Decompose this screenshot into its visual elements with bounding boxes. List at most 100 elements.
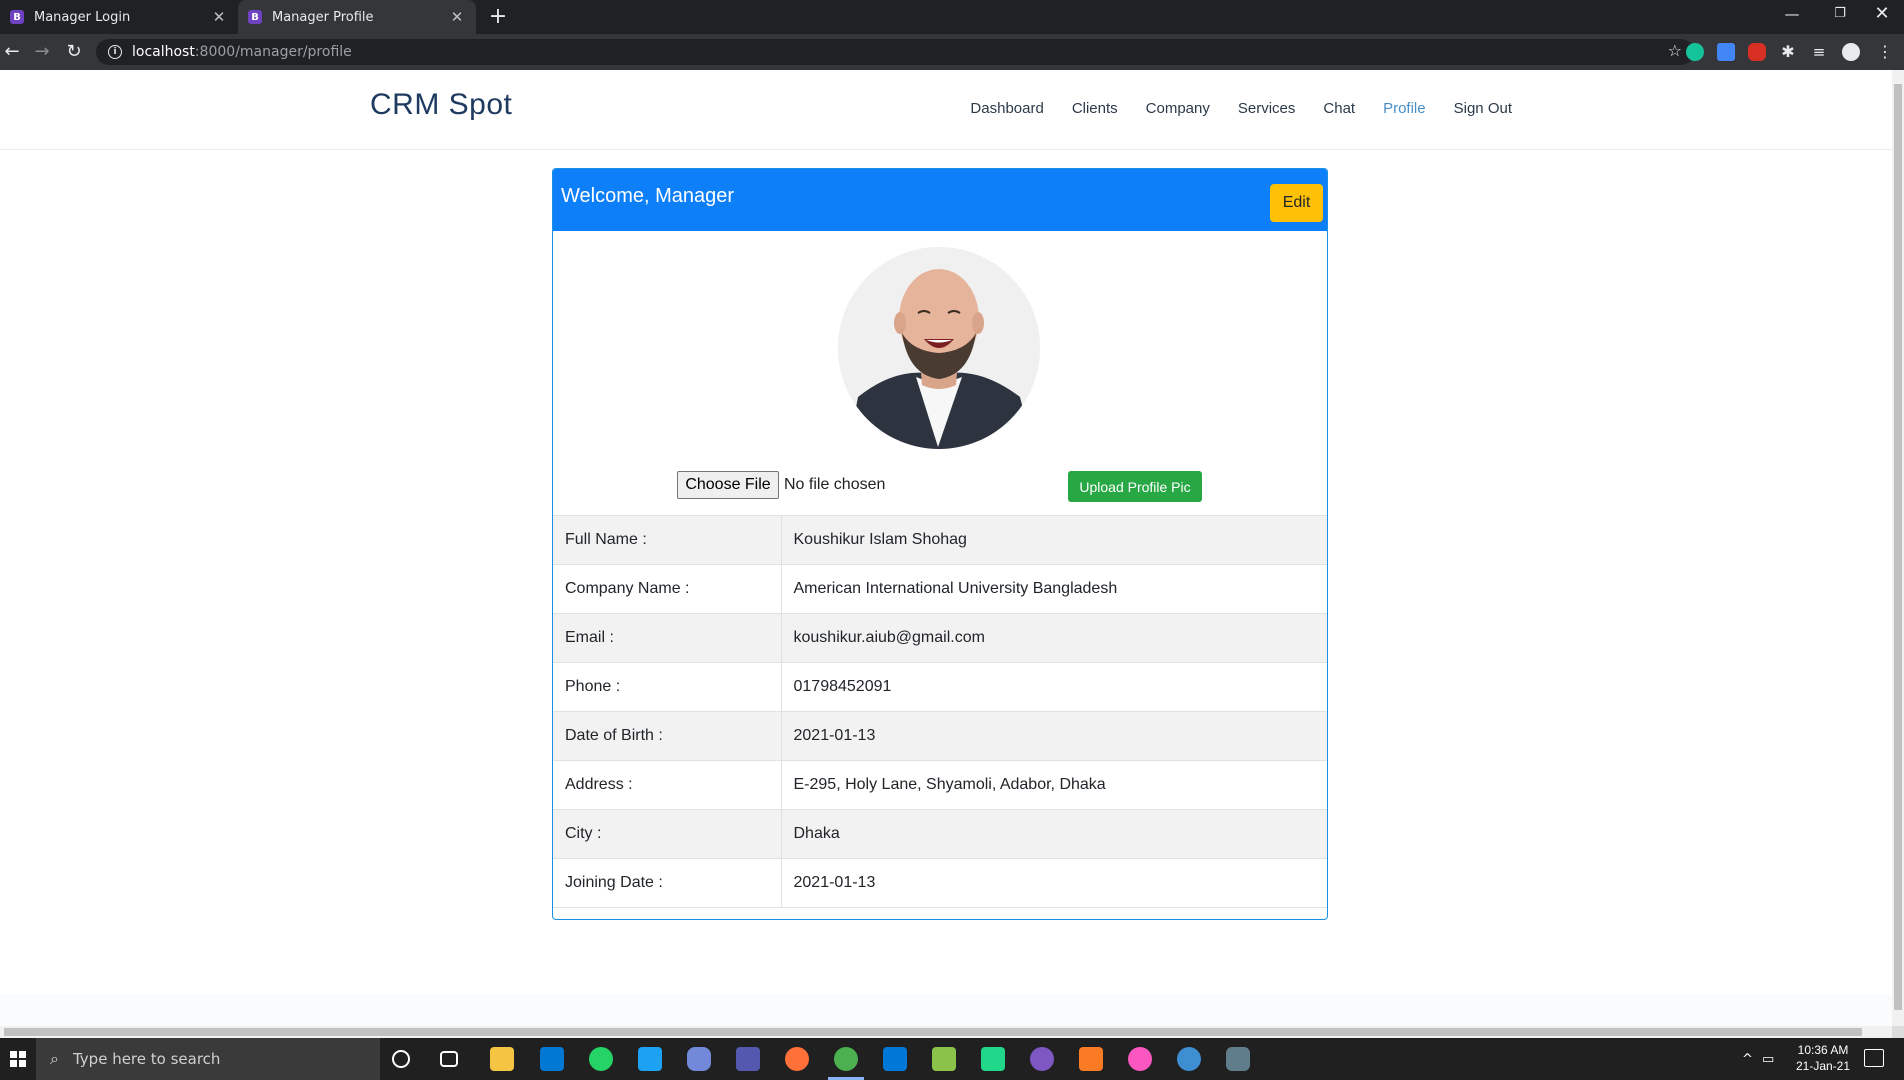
field-label: Address : [553,760,782,810]
teams-icon[interactable] [736,1047,760,1071]
nav-profile[interactable]: Profile [1383,100,1426,117]
nav-dashboard[interactable]: Dashboard [970,100,1043,117]
main-menu: Dashboard Clients Company Services Chat … [970,100,1512,117]
field-value: 2021-01-13 [781,858,1327,908]
field-label: Full Name : [553,515,782,565]
browser-toolbar: ← → ↻ i localhost:8000/manager/profile ☆… [0,34,1904,70]
nav-services[interactable]: Services [1238,100,1296,117]
grammarly-extension-icon[interactable] [1686,43,1704,61]
page-footer [0,994,1892,1026]
tab-manager-profile[interactable]: B Manager Profile ✕ [238,0,476,34]
profile-photo-illustration [838,247,1040,449]
scrollbar-thumb[interactable] [4,1028,1862,1036]
field-value: American International University Bangla… [781,564,1327,614]
field-value: E-295, Holy Lane, Shyamoli, Adabor, Dhak… [781,760,1327,810]
browser-menu-icon[interactable]: ⋮ [1876,43,1894,61]
pycharm-icon[interactable] [981,1047,1005,1071]
back-arrow-icon[interactable]: ← [0,40,24,64]
tab-title: Manager Profile [272,9,374,25]
scrollbar-thumb[interactable] [1894,84,1902,1010]
nav-chat[interactable]: Chat [1323,100,1355,117]
taskbar-clock[interactable]: 10:36 AM 21-Jan-21 [1786,1042,1860,1074]
field-label: Phone : [553,662,782,712]
windows-logo-icon [10,1051,26,1067]
choose-file-button[interactable]: Choose File [677,471,779,499]
upload-profile-pic-button[interactable]: Upload Profile Pic [1068,471,1202,502]
welcome-title: Welcome, Manager [561,185,735,207]
nav-clients[interactable]: Clients [1072,100,1118,117]
reload-icon[interactable]: ↻ [62,40,86,64]
snipping-tool-icon[interactable] [1226,1047,1250,1071]
tab-title: Manager Login [34,9,131,25]
vscode-icon[interactable] [883,1047,907,1071]
cortana-icon[interactable] [392,1050,410,1068]
restore-icon[interactable]: ❐ [1818,0,1862,30]
xampp-icon[interactable] [1079,1047,1103,1071]
extensions-puzzle-icon[interactable]: ✱ [1779,43,1797,61]
bootstrap-favicon-icon: B [10,10,24,24]
no-file-text: No file chosen [784,476,886,493]
chrome-icon[interactable] [834,1047,858,1071]
firefox-icon[interactable] [785,1047,809,1071]
table-row: Email : koushikur.aiub@gmail.com [553,613,1327,663]
profile-card: Welcome, Manager Edit Choose File No fil… [552,168,1328,920]
scrollbar-corner [1892,1026,1904,1038]
profile-avatar-icon[interactable] [1842,43,1860,61]
clock-time: 10:36 AM [1797,1043,1849,1057]
nav-sign-out[interactable]: Sign Out [1454,100,1512,117]
file-explorer-icon[interactable] [490,1047,514,1071]
field-value: 2021-01-13 [781,711,1327,761]
field-label: Company Name : [553,564,782,614]
address-bar[interactable]: i localhost:8000/manager/profile ☆ [96,39,1694,65]
adblock-extension-icon[interactable] [1748,43,1766,61]
forward-arrow-icon[interactable]: → [30,40,54,64]
close-tab-icon[interactable]: ✕ [210,8,228,26]
page-viewport: CRM Spot Dashboard Clients Company Servi… [0,70,1892,1026]
media-queue-icon[interactable]: ≡ [1810,43,1828,61]
taskbar-search[interactable]: ⌕ Type here to search [36,1038,380,1080]
start-button[interactable] [0,1038,36,1080]
search-icon: ⌕ [50,1049,59,1068]
qbittorrent-icon[interactable] [1177,1047,1201,1071]
windows-taskbar: ⌕ Type here to search ^ ▭ 10:36 AM 21-Ja… [0,1038,1904,1080]
network-icon[interactable]: ▭ [1762,1038,1774,1080]
notification-center-icon[interactable] [1864,1049,1884,1067]
table-row: Phone :01798452091 [553,662,1327,712]
table-row: Company Name : American International Uni… [553,564,1327,614]
table-row: Date of Birth :2021-01-13 [553,711,1327,761]
upload-row: Choose File No file chosen Upload Profil… [553,469,1327,509]
table-row: Joining Date :2021-01-13 [553,858,1327,908]
edit-button[interactable]: Edit [1270,184,1323,222]
task-view-icon[interactable] [440,1051,458,1067]
mail-icon[interactable] [540,1047,564,1071]
discord-icon[interactable] [687,1047,711,1071]
field-label: Email : [553,613,782,663]
table-row: Address : E-295, Holy Lane, Shyamoli, Ada… [553,760,1327,810]
tor-browser-icon[interactable] [1030,1047,1054,1071]
field-label: City : [553,809,782,859]
field-value: 01798452091 [781,662,1327,712]
minimize-icon[interactable]: — [1770,0,1814,30]
close-window-icon[interactable]: ✕ [1860,0,1904,30]
profile-avatar [838,247,1040,449]
horizontal-scrollbar[interactable] [0,1026,1892,1038]
field-label: Joining Date : [553,858,782,908]
itunes-icon[interactable] [1128,1047,1152,1071]
brand-logo[interactable]: CRM Spot [370,88,512,122]
tray-chevron-icon[interactable]: ^ [1742,1038,1753,1080]
nav-company[interactable]: Company [1146,100,1210,117]
twitter-icon[interactable] [638,1047,662,1071]
translate-extension-icon[interactable] [1717,43,1735,61]
new-tab-plus-icon[interactable]: + [486,5,510,29]
vertical-scrollbar[interactable] [1892,70,1904,1026]
url-text[interactable]: localhost:8000/manager/profile [132,44,352,60]
table-row: Full Name : Koushikur Islam Shohag [553,515,1327,565]
bookmark-star-icon[interactable]: ☆ [1668,41,1682,60]
site-info-icon[interactable]: i [108,45,122,59]
tab-manager-login[interactable]: B Manager Login ✕ [0,0,238,34]
whatsapp-icon[interactable] [589,1047,613,1071]
field-value: Koushikur Islam Shohag [781,515,1327,565]
close-tab-icon[interactable]: ✕ [448,8,466,26]
profile-info-table: Full Name : Koushikur Islam Shohag Compan… [553,515,1327,908]
minecraft-icon[interactable] [932,1047,956,1071]
